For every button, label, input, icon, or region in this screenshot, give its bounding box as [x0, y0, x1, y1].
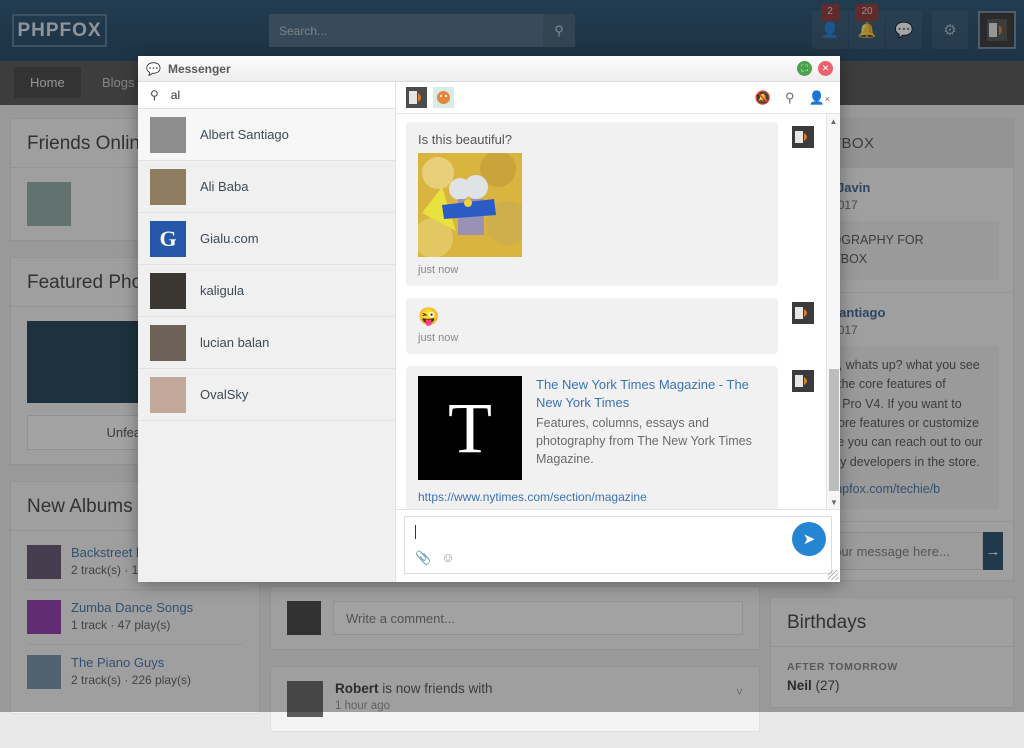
- avatar: [150, 169, 186, 205]
- link-preview-url[interactable]: https://www.nytimes.com/section/magazine: [418, 490, 766, 504]
- scroll-down-arrow-icon[interactable]: ▼: [827, 495, 840, 509]
- messages-scrollbar[interactable]: ▲ ▼: [826, 114, 840, 509]
- link-preview-description: Features, columns, essays and photograph…: [536, 414, 766, 468]
- messenger-titlebar[interactable]: 💬 Messenger ⛶ ✕: [138, 56, 840, 82]
- text-cursor: [415, 525, 416, 539]
- avatar: G: [150, 221, 186, 257]
- message-avatar: [792, 302, 814, 324]
- message-link-preview: T The New York Times Magazine - The New …: [406, 366, 814, 509]
- friend-list-item-ali-baba[interactable]: Ali Baba: [138, 161, 395, 213]
- link-preview-thumbnail[interactable]: T: [418, 376, 522, 480]
- close-messenger-button[interactable]: ✕: [818, 61, 833, 76]
- messenger-search[interactable]: ⚲: [138, 82, 395, 109]
- friend-list-item-gialu[interactable]: G Gialu.com: [138, 213, 395, 265]
- paperclip-icon[interactable]: 📎: [415, 550, 431, 566]
- scrollbar-thumb[interactable]: [829, 369, 839, 491]
- friend-name: Albert Santiago: [200, 127, 289, 142]
- smiley-icon[interactable]: ☺: [441, 550, 454, 566]
- messenger-title: Messenger: [168, 62, 231, 76]
- message-text: Is this beautiful?: [418, 132, 766, 147]
- search-conversation-icon[interactable]: ⚲: [785, 90, 795, 106]
- avatar: [150, 325, 186, 361]
- friend-name: Ali Baba: [200, 179, 248, 194]
- resize-handle[interactable]: [828, 570, 838, 580]
- message-avatar: [792, 370, 814, 392]
- message-timestamp: just now: [418, 332, 766, 344]
- friend-name: OvalSky: [200, 387, 248, 402]
- avatar: [150, 273, 186, 309]
- send-message-button[interactable]: ➤: [792, 522, 826, 556]
- messages-scroll-area: Is this beautiful?: [396, 114, 840, 509]
- message-attachment-image[interactable]: [418, 153, 522, 257]
- message-emoji-glyph: 😜: [418, 308, 766, 325]
- participant-avatar-friend[interactable]: [433, 87, 454, 108]
- message-emoji: 😜 just now: [406, 298, 814, 354]
- message-list: Is this beautiful?: [396, 114, 840, 509]
- friend-list-item-lucian-balan[interactable]: lucian balan: [138, 317, 395, 369]
- conversation-header: 🔕 ⚲ 👤×: [396, 82, 840, 114]
- messenger-search-input[interactable]: [169, 87, 383, 103]
- friend-list-item-albert-santiago[interactable]: Albert Santiago: [138, 109, 395, 161]
- nyt-logo-glyph: T: [448, 392, 492, 464]
- link-preview-title[interactable]: The New York Times Magazine - The New Yo…: [536, 376, 766, 411]
- remove-member-icon[interactable]: 👤×: [809, 90, 830, 106]
- participant-avatar-self[interactable]: [406, 87, 427, 108]
- message-avatar: [792, 126, 814, 148]
- scroll-up-arrow-icon[interactable]: ▲: [827, 114, 840, 128]
- friend-name: lucian balan: [200, 335, 269, 350]
- search-icon: ⚲: [150, 88, 159, 102]
- messenger-window[interactable]: 💬 Messenger ⛶ ✕ ⚲ Albert Santiago Ali Ba…: [138, 56, 840, 582]
- friend-list-item-kaligula[interactable]: kaligula: [138, 265, 395, 317]
- avatar: [150, 117, 186, 153]
- message-composer: 📎 ☺ ➤: [396, 509, 840, 582]
- friend-name: Gialu.com: [200, 231, 259, 246]
- message-input-box[interactable]: 📎 ☺: [404, 516, 832, 574]
- avatar: [150, 377, 186, 413]
- chat-bubbles-icon: 💬: [146, 62, 161, 76]
- messenger-sidebar: ⚲ Albert Santiago Ali Baba G Gialu.com: [138, 82, 396, 582]
- expand-window-button[interactable]: ⛶: [797, 61, 812, 76]
- message-image: Is this beautiful?: [406, 122, 814, 286]
- mute-notifications-icon[interactable]: 🔕: [755, 90, 771, 106]
- message-timestamp: just now: [418, 264, 766, 276]
- friend-list: Albert Santiago Ali Baba G Gialu.com kal…: [138, 109, 395, 582]
- friend-list-item-ovalsky[interactable]: OvalSky: [138, 369, 395, 421]
- friend-name: kaligula: [200, 283, 244, 298]
- conversation-panel: 🔕 ⚲ 👤× Is this beautiful?: [396, 82, 840, 582]
